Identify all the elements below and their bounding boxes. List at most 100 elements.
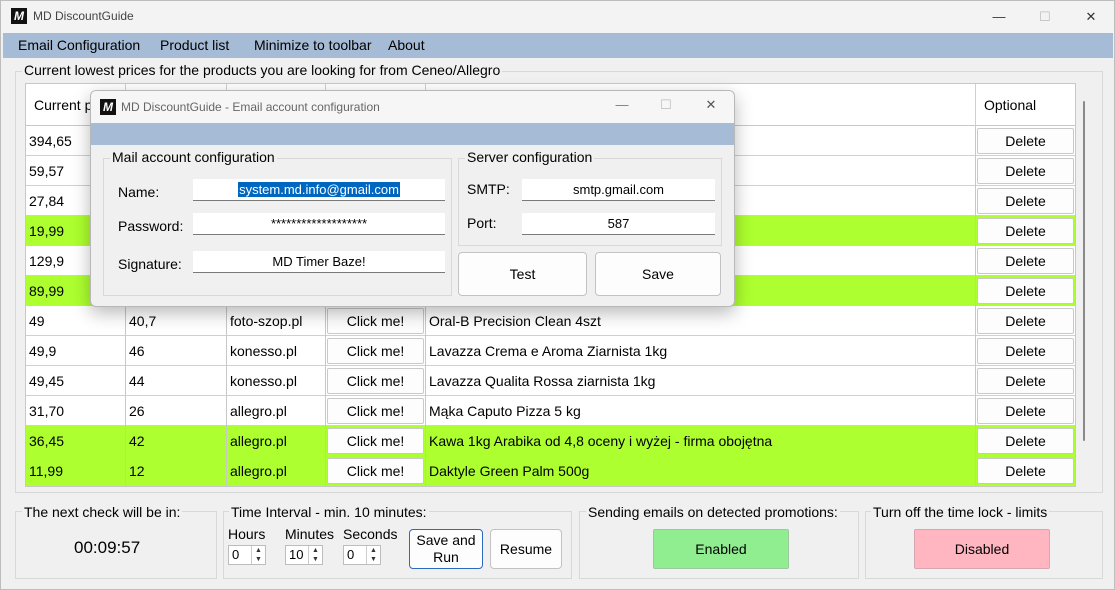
delete-button[interactable]: Delete (977, 188, 1074, 214)
hours-value: 0 (232, 547, 240, 562)
delete-button[interactable]: Delete (977, 428, 1074, 454)
test-button[interactable]: Test (458, 252, 587, 296)
smtp-label: SMTP: (467, 181, 510, 197)
emails-label: Sending emails on detected promotions: (586, 504, 840, 520)
window-title: MD DiscountGuide (33, 9, 134, 23)
password-field[interactable]: ******************* (193, 213, 445, 235)
port-label: Port: (467, 215, 497, 231)
table-row: 49,9 46 konesso.pl Lavazza Crema e Aroma Zi… (26, 336, 1075, 366)
hours-label: Hours (228, 526, 266, 542)
delete-button[interactable]: Delete (977, 308, 1074, 334)
dialog-menu-band (91, 123, 734, 145)
signature-label: Signature: (118, 256, 182, 272)
stepper-arrows-icon[interactable]: ▲ ▼ (251, 546, 265, 564)
cell-shop: konesso.pl (227, 336, 326, 366)
cell-value: 40,7 (126, 306, 227, 336)
minutes-value: 10 (289, 547, 304, 562)
delete-button[interactable]: Delete (977, 458, 1074, 484)
delete-button[interactable]: Delete (977, 248, 1074, 274)
click-me-button[interactable]: Click me! (327, 428, 424, 454)
click-me-button[interactable]: Click me! (327, 308, 424, 334)
delete-button[interactable]: Delete (977, 158, 1074, 184)
port-field[interactable]: 587 (522, 213, 715, 235)
next-check-timer: 00:09:57 (74, 538, 141, 557)
timelock-disabled-button[interactable]: Disabled (914, 529, 1050, 569)
delete-button[interactable]: Delete (977, 338, 1074, 364)
name-field[interactable]: system.md.info@gmail.com (193, 179, 445, 201)
scrollbar-thumb[interactable] (1083, 101, 1085, 441)
click-me-button[interactable]: Click me! (327, 368, 424, 394)
cell-shop: allegro.pl (227, 456, 326, 486)
table-scrollbar[interactable] (1079, 85, 1087, 485)
cell-current-price: 49 (26, 306, 126, 336)
email-config-dialog: M MD DiscountGuide - Email account confi… (90, 90, 735, 307)
delete-button[interactable]: Delete (977, 398, 1074, 424)
maximize-button[interactable]: ☐ (1022, 5, 1068, 29)
cell-product-name: Lavazza Crema e Aroma Ziarnista 1kg (426, 336, 976, 366)
menu-email-configuration[interactable]: Email Configuration (18, 37, 140, 53)
cell-value: 44 (126, 366, 227, 396)
dialog-logo-icon: M (100, 99, 116, 115)
cell-product-name: Kawa 1kg Arabika od 4,8 oceny i wyżej - … (426, 426, 976, 456)
name-value: system.md.info@gmail.com (238, 182, 400, 197)
minimize-button[interactable]: — (976, 5, 1022, 29)
next-check-label: The next check will be in: (22, 504, 183, 520)
delete-button[interactable]: Delete (977, 128, 1074, 154)
cell-product-name: Lavazza Qualita Rossa ziarnista 1kg (426, 366, 976, 396)
resume-button[interactable]: Resume (490, 529, 562, 569)
smtp-field[interactable]: smtp.gmail.com (522, 179, 715, 201)
click-me-button[interactable]: Click me! (327, 338, 424, 364)
cell-current-price: 36,45 (26, 426, 126, 456)
menu-bar: Email Configuration Product list Minimiz… (3, 33, 1113, 58)
products-group-label: Current lowest prices for the products y… (22, 62, 503, 78)
table-row: 36,45 42 allegro.pl Kawa 1kg Arabika od 4,8… (26, 426, 1075, 456)
minutes-stepper[interactable]: 10 ▲ ▼ (285, 545, 323, 565)
server-config-group-label: Server configuration (465, 149, 595, 165)
table-row: 49,45 44 konesso.pl Lavazza Qualita Rossa z… (26, 366, 1075, 396)
cell-product-name: Mąka Caputo Pizza 5 kg (426, 396, 976, 426)
stepper-arrows-icon[interactable]: ▲ ▼ (366, 546, 380, 564)
cell-shop: konesso.pl (227, 366, 326, 396)
signature-field[interactable]: MD Timer Baze! (193, 251, 445, 273)
mail-account-group-label: Mail account configuration (110, 149, 277, 165)
cell-value: 26 (126, 396, 227, 426)
cell-product-name: Oral-B Precision Clean 4szt (426, 306, 976, 336)
interval-label: Time Interval - min. 10 minutes: (229, 504, 429, 520)
dialog-close-button[interactable]: ✕ (688, 93, 734, 117)
dialog-minimize-button[interactable]: — (599, 93, 645, 117)
dialog-maximize-button[interactable]: ☐ (643, 93, 689, 117)
cell-current-price: 49,45 (26, 366, 126, 396)
delete-button[interactable]: Delete (977, 368, 1074, 394)
name-label: Name: (118, 184, 160, 200)
title-bar: M MD DiscountGuide — ☐ ✕ (1, 1, 1114, 33)
password-label: Password: (118, 218, 184, 234)
cell-current-price: 11,99 (26, 456, 126, 486)
timelock-label: Turn off the time lock - limits (871, 504, 1050, 520)
menu-about[interactable]: About (388, 37, 425, 53)
cell-shop: foto-szop.pl (227, 306, 326, 336)
cell-value: 42 (126, 426, 227, 456)
delete-button[interactable]: Delete (977, 278, 1074, 304)
menu-minimize-to-toolbar[interactable]: Minimize to toolbar (254, 37, 372, 53)
click-me-button[interactable]: Click me! (327, 398, 424, 424)
emails-enabled-button[interactable]: Enabled (653, 529, 789, 569)
dialog-title: MD DiscountGuide - Email account configu… (121, 100, 380, 114)
table-row: 49 40,7 foto-szop.pl Oral-B Precision Clean… (26, 306, 1075, 336)
stepper-arrows-icon[interactable]: ▲ ▼ (308, 546, 322, 564)
close-button[interactable]: ✕ (1068, 5, 1114, 29)
cell-current-price: 49,9 (26, 336, 126, 366)
hours-stepper[interactable]: 0 ▲ ▼ (228, 545, 266, 565)
seconds-stepper[interactable]: 0 ▲ ▼ (343, 545, 381, 565)
seconds-label: Seconds (343, 526, 398, 542)
save-and-run-button[interactable]: Save and Run (409, 529, 483, 569)
column-optional[interactable]: Optional (976, 84, 1075, 126)
app-logo-icon: M (11, 8, 27, 24)
delete-button[interactable]: Delete (977, 218, 1074, 244)
cell-value: 12 (126, 456, 227, 486)
cell-current-price: 31,70 (26, 396, 126, 426)
menu-product-list[interactable]: Product list (160, 37, 229, 53)
click-me-button[interactable]: Click me! (327, 458, 424, 484)
dialog-save-button[interactable]: Save (595, 252, 721, 296)
seconds-value: 0 (347, 547, 355, 562)
dialog-title-bar: M MD DiscountGuide - Email account confi… (91, 91, 734, 123)
